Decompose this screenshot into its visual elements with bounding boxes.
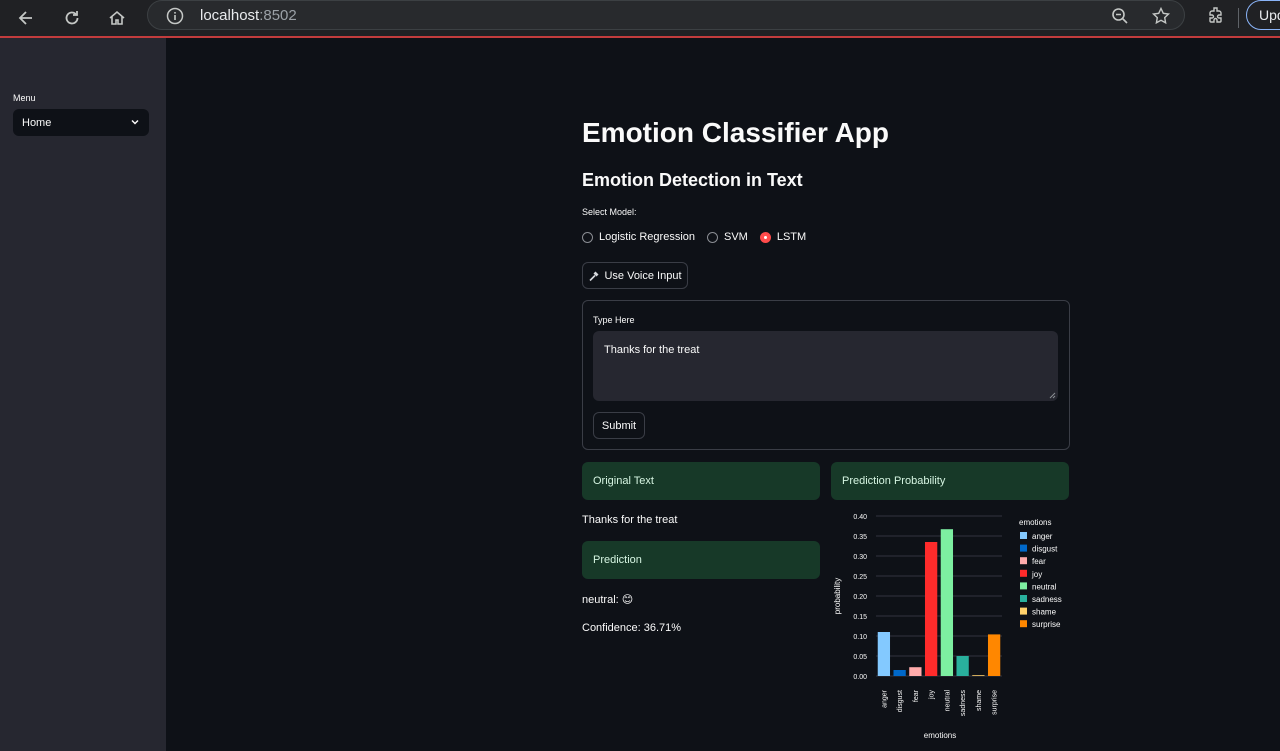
- x-tick-label: disgust: [897, 690, 904, 712]
- x-tick-label: shame: [976, 690, 983, 711]
- bar-anger: [877, 632, 891, 676]
- y-tick-label: 0.05: [853, 654, 867, 661]
- home-icon[interactable]: [103, 4, 131, 32]
- toolbar-separator: [1238, 8, 1239, 28]
- confidence-text: Confidence: 36.71%: [582, 622, 682, 634]
- y-tick-label: 0.15: [853, 614, 867, 621]
- y-tick-label: 0.35: [853, 534, 867, 541]
- menu-label: Menu: [13, 93, 36, 103]
- radio-circle[interactable]: [707, 231, 718, 243]
- bar-joy: [924, 542, 938, 676]
- extensions-icon[interactable]: [1206, 5, 1226, 25]
- sidebar: [0, 38, 166, 751]
- bar-fear: [909, 667, 922, 676]
- legend-swatch: [1020, 607, 1027, 615]
- radio-circle[interactable]: [582, 231, 593, 243]
- menu-select[interactable]: Home: [13, 109, 149, 136]
- app-top-bar: [0, 36, 1280, 38]
- probability-header: Prediction Probability: [831, 462, 1069, 500]
- y-tick-label: 0.40: [853, 514, 867, 521]
- legend-item-neutral: neutral: [1032, 582, 1057, 591]
- model-select-label: Select Model:: [582, 207, 637, 217]
- address-bar[interactable]: localhost:8502: [147, 0, 1185, 30]
- legend-swatch: [1020, 544, 1027, 552]
- prediction-header: Prediction: [582, 541, 820, 579]
- resize-handle-icon[interactable]: [1048, 391, 1056, 399]
- radio-svm[interactable]: SVM: [707, 231, 748, 243]
- chevron-down-icon: [131, 119, 139, 125]
- y-tick-label: 0.30: [853, 554, 867, 561]
- x-tick-label: anger: [881, 689, 888, 708]
- y-tick-label: 0.20: [853, 594, 867, 601]
- zoom-icon[interactable]: [1110, 6, 1130, 26]
- back-icon[interactable]: [12, 4, 40, 32]
- legend-item-shame: shame: [1032, 608, 1057, 617]
- radio-label: LSTM: [776, 231, 807, 243]
- reload-icon[interactable]: [58, 4, 86, 32]
- update-button[interactable]: Upd: [1246, 0, 1280, 30]
- legend-swatch: [1020, 532, 1027, 539]
- original-text-header: Original Text: [582, 462, 820, 500]
- radio-circle-selected[interactable]: [759, 231, 771, 243]
- legend-item-joy: joy: [1031, 570, 1042, 579]
- legend-item-anger: anger: [1032, 532, 1053, 541]
- radio-label: SVM: [724, 231, 748, 243]
- x-axis-title: emotions: [924, 731, 956, 740]
- url-text: localhost:8502: [200, 7, 297, 24]
- bar-shame: [972, 675, 985, 676]
- bar-disgust: [893, 670, 906, 676]
- page-subtitle: Emotion Detection in Text: [582, 170, 803, 190]
- browser-toolbar: localhost:8502 Upd: [0, 0, 1280, 36]
- prediction-label: neutral:: [582, 594, 619, 606]
- submit-button[interactable]: Submit: [593, 412, 645, 439]
- legend-title: emotions: [1019, 518, 1051, 527]
- legend-item-surprise: surprise: [1032, 620, 1061, 629]
- hammer-icon: [589, 271, 599, 281]
- star-icon[interactable]: [1151, 6, 1171, 26]
- x-tick-label: neutral: [944, 690, 951, 712]
- prediction-result: neutral: 😊: [582, 593, 633, 606]
- menu-select-value: Home: [22, 117, 52, 129]
- legend-swatch: [1020, 582, 1027, 590]
- model-radio-group: Logistic Regression SVM LSTM: [582, 230, 818, 244]
- legend-item-sadness: sadness: [1032, 595, 1062, 604]
- voice-input-label: Use Voice Input: [604, 269, 682, 282]
- bar-sadness: [956, 656, 969, 676]
- legend-swatch: [1020, 595, 1027, 602]
- legend-swatch: [1020, 557, 1027, 565]
- x-tick-label: sadness: [960, 690, 967, 717]
- info-icon[interactable]: [166, 7, 184, 25]
- probability-chart: 0.00 0.05 0.10 0.15 0.20 0.25 0.30 0.35 0.40 ange…: [833, 514, 1062, 740]
- text-input-value: Thanks for the treat: [604, 344, 700, 356]
- legend-swatch: [1020, 569, 1027, 577]
- y-tick-label: 0.25: [853, 574, 867, 581]
- input-label: Type Here: [593, 315, 635, 325]
- y-tick-label: 0.10: [853, 634, 867, 641]
- y-tick-label: 0.00: [853, 674, 867, 681]
- radio-lstm[interactable]: LSTM: [759, 231, 807, 243]
- legend-item-fear: fear: [1032, 557, 1046, 566]
- legend-item-disgust: disgust: [1032, 545, 1058, 554]
- x-tick-label: surprise: [992, 690, 999, 715]
- bar-surprise: [987, 634, 1001, 676]
- page-title: Emotion Classifier App: [582, 117, 890, 148]
- original-text-value: Thanks for the treat: [582, 514, 678, 526]
- legend-swatch: [1020, 620, 1027, 628]
- x-tick-label: joy: [929, 690, 936, 700]
- bar-neutral: [940, 529, 954, 676]
- voice-input-button[interactable]: Use Voice Input: [582, 262, 688, 289]
- text-input[interactable]: Thanks for the treat: [593, 331, 1058, 401]
- radio-label: Logistic Regression: [599, 231, 695, 243]
- prediction-emoji: 😊: [621, 594, 634, 606]
- y-axis-title: probability: [833, 578, 842, 614]
- x-tick-label: fear: [913, 689, 920, 702]
- radio-logistic-regression[interactable]: Logistic Regression: [582, 231, 695, 243]
